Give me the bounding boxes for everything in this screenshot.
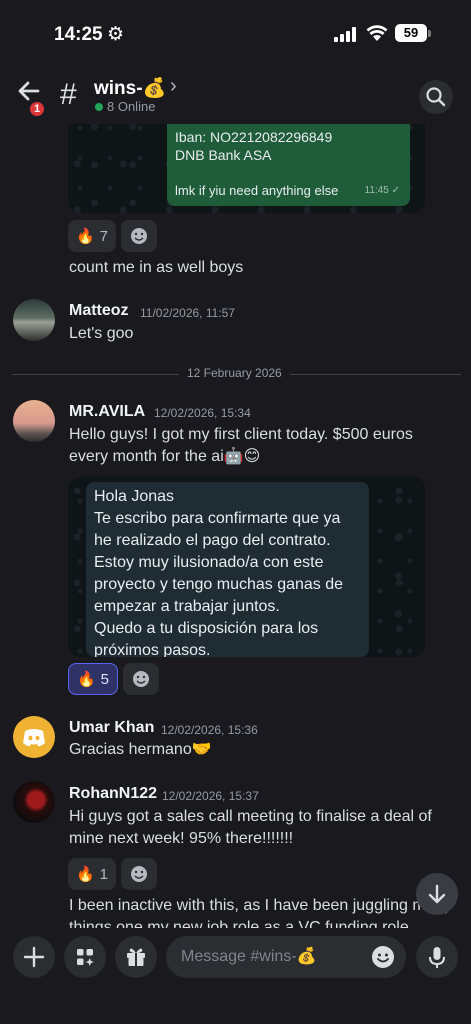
message-list[interactable]: Iban: NO2212082296849 DNB Bank ASA lmk i… [0, 124, 471, 928]
discord-logo-icon [23, 729, 45, 747]
search-icon [426, 87, 446, 107]
smiley-icon [372, 946, 394, 968]
reaction-count: 7 [99, 227, 109, 245]
message-text: Gracias hermano🤝 [69, 741, 212, 758]
apps-button[interactable] [64, 936, 106, 978]
avatar-matteoz[interactable] [13, 299, 55, 341]
card-line: proyecto y tengo muchas ganas de [94, 576, 344, 593]
card-line: Te escribo para confirmarte que ya [94, 510, 341, 527]
smiley-add-icon [131, 866, 147, 882]
message-composer: Message #wins-💰 [0, 928, 471, 1024]
username-mr-avila[interactable]: MR.AVILA [69, 403, 145, 421]
message-text: Let's goo [69, 325, 134, 342]
timestamp: 11/02/2026, 11:57 [140, 306, 235, 320]
notification-badge: 1 [28, 100, 46, 118]
card-line: Estoy muy ilusionado/a con este [94, 554, 324, 571]
timestamp: 12/02/2026, 15:34 [154, 406, 251, 420]
online-status-dot [95, 103, 103, 111]
username-umar-khan[interactable]: Umar Khan [69, 719, 154, 737]
cellular-signal-icon [334, 27, 356, 42]
apps-icon [77, 949, 94, 966]
bank-iban: Iban: NO2212082296849 [175, 129, 333, 145]
bank-name: DNB Bank ASA [175, 147, 272, 163]
card-line: empezar a trabajar juntos. [94, 598, 280, 615]
channel-name[interactable]: wins-💰 [94, 76, 166, 100]
battery-tip [428, 30, 431, 37]
microphone-icon [429, 947, 445, 968]
image-attachment-payment[interactable]: Hola Jonas Te escribo para confirmarte q… [68, 477, 425, 657]
avatar-rohann122[interactable] [13, 781, 55, 823]
image-attachment-bank[interactable]: Iban: NO2212082296849 DNB Bank ASA lmk i… [68, 124, 425, 213]
reaction-fire[interactable]: 🔥 1 [68, 858, 116, 890]
voice-message-button[interactable] [416, 936, 458, 978]
reaction-count: 1 [99, 865, 109, 883]
reaction-fire-selected[interactable]: 🔥 5 [68, 663, 118, 695]
whatsapp-bubble: Iban: NO2212082296849 DNB Bank ASA lmk i… [167, 124, 410, 206]
gift-button[interactable] [115, 936, 157, 978]
scroll-to-bottom-button[interactable] [416, 873, 458, 915]
add-reaction-button[interactable] [121, 220, 157, 252]
channel-header: 1 # wins-💰 › 8 Online [0, 64, 471, 124]
card-line: próximos pasos. [94, 642, 211, 657]
wifi-icon [366, 25, 388, 41]
plus-icon [23, 946, 45, 968]
timestamp: 12/02/2026, 15:36 [161, 723, 258, 737]
battery-indicator: 59 [395, 24, 427, 42]
card-line: he realizado el pago del contrato. [94, 532, 331, 549]
reaction-count: 5 [100, 670, 110, 688]
gift-icon [127, 948, 145, 966]
fire-emoji: 🔥 [75, 866, 95, 883]
message-text-line: mine next week! 95% there!!!!!!! [69, 830, 294, 847]
add-attachment-button[interactable] [13, 936, 55, 978]
message-text-line: Hi guys got a sales call meeting to fina… [69, 808, 432, 825]
whatsapp-bubble-dark: Hola Jonas Te escribo para confirmarte q… [86, 482, 369, 657]
status-bar: 14:25 ⚙ 59 [0, 0, 471, 64]
chevron-right-icon[interactable]: › [170, 75, 177, 98]
smiley-add-icon [133, 671, 149, 687]
timestamp: 12/02/2026, 15:37 [162, 789, 259, 803]
avatar-mr-avila[interactable] [13, 400, 55, 442]
message-text-line: Hello guys! I got my first client today.… [69, 426, 413, 443]
fire-emoji: 🔥 [75, 228, 95, 245]
status-time: 14:25 [54, 24, 103, 45]
search-button[interactable] [419, 80, 453, 114]
card-line: Quedo a tu disposición para los [94, 620, 319, 637]
reaction-fire[interactable]: 🔥 7 [68, 220, 116, 252]
channel-hash-icon: # [60, 78, 77, 111]
message-input[interactable]: Message #wins-💰 [166, 936, 406, 978]
online-count: 8 Online [107, 99, 156, 114]
smiley-add-icon [131, 228, 147, 244]
arrow-down-icon [428, 884, 446, 904]
settings-status-icon: ⚙ [107, 24, 125, 45]
card-line: Hola Jonas [94, 488, 175, 505]
emoji-button[interactable] [371, 945, 395, 969]
add-reaction-button[interactable] [123, 663, 159, 695]
message-text-line: every month for the ai🤖😊 [69, 448, 261, 465]
bubble-time: 11:45 ✓ [364, 185, 400, 196]
message-text-line: I been inactive with this, as I have bee… [69, 897, 452, 914]
date-divider: 12 February 2026 [179, 366, 290, 380]
username-rohann122[interactable]: RohanN122 [69, 785, 157, 803]
add-reaction-button[interactable] [121, 858, 157, 890]
message-text: count me in as well boys [69, 259, 244, 276]
avatar-umar-khan[interactable] [13, 716, 55, 758]
fire-emoji: 🔥 [76, 671, 96, 688]
message-text-line: things one my new job role as a VC fundi… [69, 919, 409, 928]
username-matteoz[interactable]: Matteoz [69, 302, 129, 320]
